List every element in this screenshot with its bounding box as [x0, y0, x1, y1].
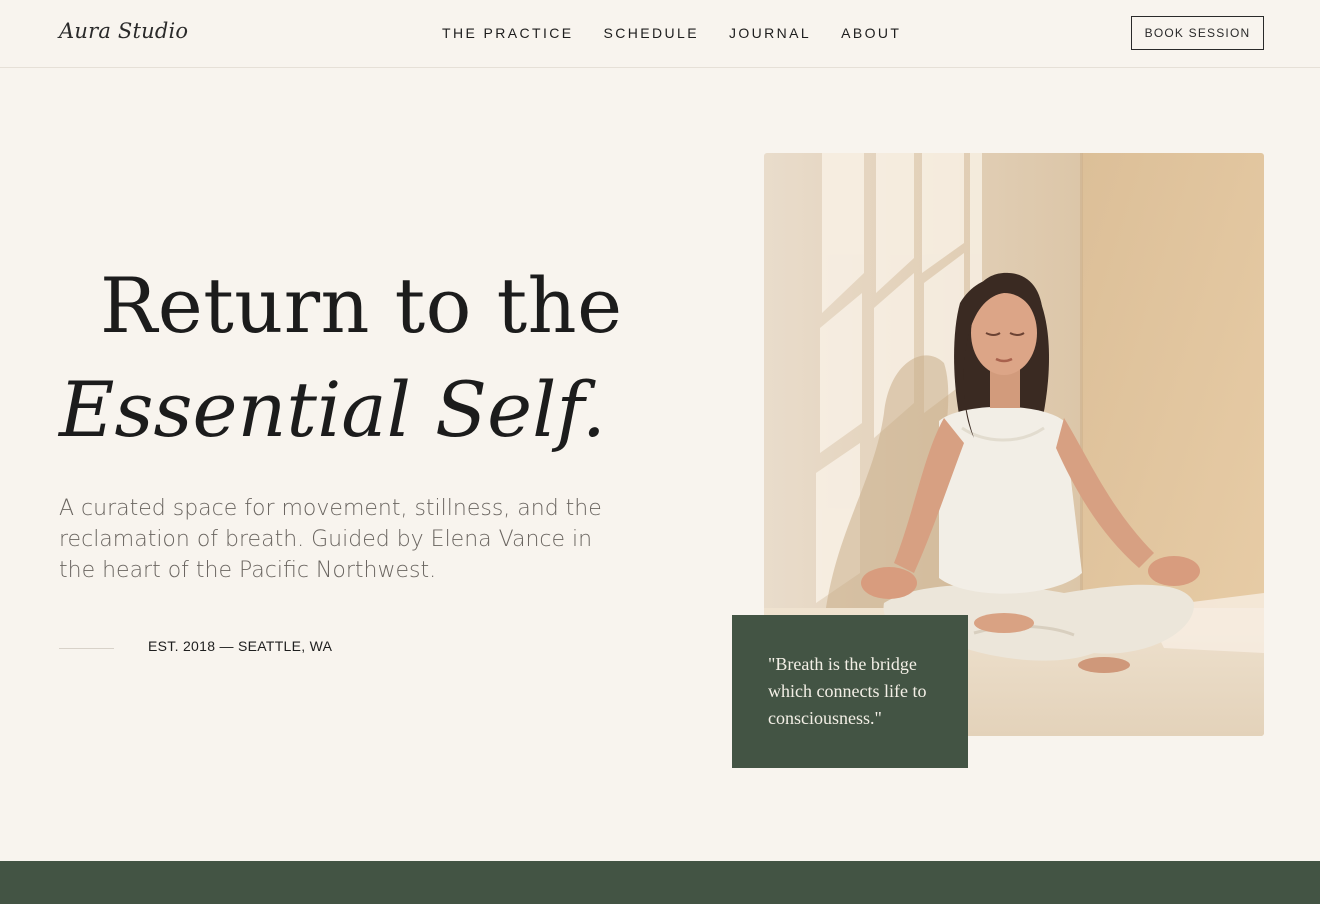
hero-headline-line1: Return to the — [100, 261, 623, 350]
nav-item-journal[interactable]: JOURNAL — [729, 25, 811, 41]
main-nav: THE PRACTICE SCHEDULE JOURNAL ABOUT — [442, 25, 901, 41]
nav-item-the-practice[interactable]: THE PRACTICE — [442, 25, 573, 41]
book-session-button[interactable]: BOOK SESSION — [1131, 16, 1264, 50]
hero-intro: A curated space for movement, stillness,… — [59, 496, 602, 583]
site-header: Aura Studio THE PRACTICE SCHEDULE JOURNA… — [0, 0, 1320, 68]
quote-text: "Breath is the bridge which connects lif… — [768, 654, 927, 728]
est-location: EST. 2018 — SEATTLE, WA — [148, 638, 333, 654]
nav-item-schedule[interactable]: SCHEDULE — [603, 25, 698, 41]
footer-band — [0, 861, 1320, 904]
logo[interactable]: Aura Studio — [59, 19, 188, 43]
quote-card: "Breath is the bridge which connects lif… — [732, 615, 968, 768]
nav-item-about[interactable]: ABOUT — [841, 25, 901, 41]
hero-headline-line2: Essential Self. — [59, 365, 606, 454]
est-divider — [59, 648, 114, 649]
